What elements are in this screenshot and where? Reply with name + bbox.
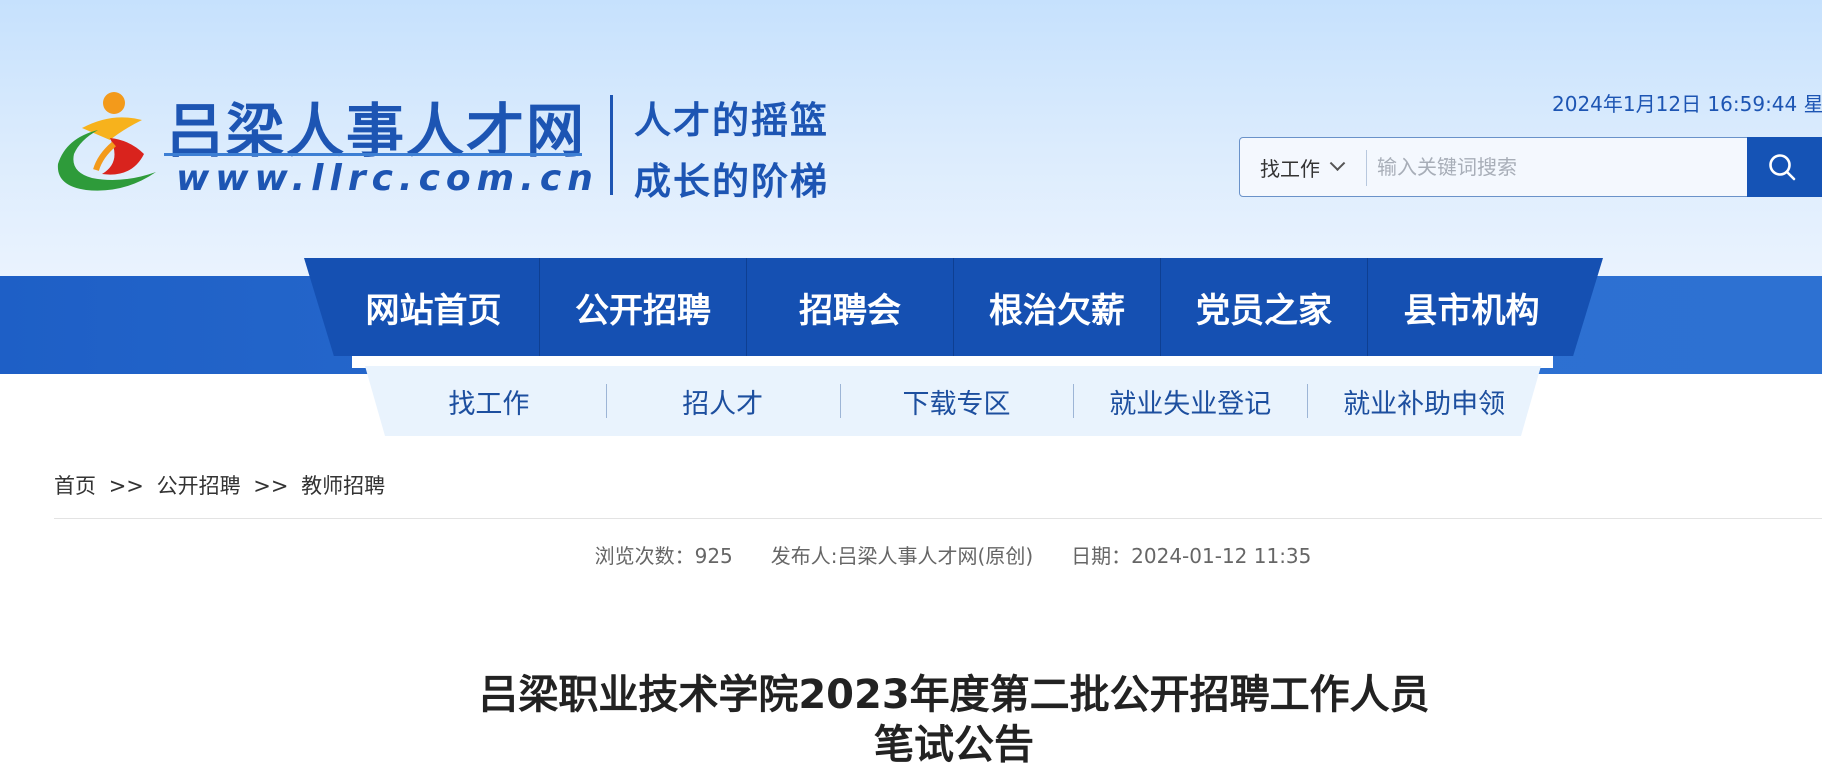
chevron-down-icon: [1329, 154, 1346, 171]
sub-nav-find-job[interactable]: 找工作: [372, 366, 606, 436]
search-type-label: 找工作: [1260, 156, 1320, 181]
publish-date-label: 日期：: [1071, 544, 1132, 568]
breadcrumb-separator: >>: [253, 474, 289, 498]
breadcrumb-home[interactable]: 首页: [54, 474, 96, 498]
breadcrumb-divider: [54, 518, 1822, 519]
current-datetime: 2024年1月12日 16:59:44 星期: [1552, 92, 1822, 116]
view-count-value: 925: [694, 544, 733, 568]
search-button[interactable]: [1747, 137, 1822, 197]
search-separator: [1366, 150, 1367, 186]
nav-item-county-agencies[interactable]: 县市机构: [1368, 258, 1575, 356]
slogan-line-1: 人才的摇篮: [634, 99, 829, 142]
nav-item-party-members[interactable]: 党员之家: [1161, 258, 1368, 356]
sub-nav-recruit-talent[interactable]: 招人才: [605, 366, 840, 436]
breadcrumb: 首页 >> 公开招聘 >> 教师招聘: [54, 470, 385, 500]
nav-item-job-fair[interactable]: 招聘会: [747, 258, 954, 356]
publish-date-value: 2024-01-12 11:35: [1131, 544, 1312, 568]
search-input[interactable]: [1377, 138, 1687, 196]
search-type-select[interactable]: 找工作: [1240, 138, 1366, 196]
search-bar: 找工作: [1239, 137, 1822, 197]
publisher-value: 吕梁人事人才网(原创): [837, 544, 1034, 568]
nav-item-home[interactable]: 网站首页: [328, 258, 540, 356]
search-icon: [1769, 154, 1796, 181]
brand-underline: [164, 153, 582, 156]
article-meta: 浏览次数：925 发布人:吕梁人事人才网(原创) 日期：2024-01-12 1…: [0, 540, 1822, 569]
main-nav: 网站首页 公开招聘 招聘会 根治欠薪 党员之家 县市机构: [304, 258, 1603, 356]
publish-date: 日期：2024-01-12 11:35: [1071, 540, 1311, 569]
breadcrumb-teacher-recruitment[interactable]: 教师招聘: [301, 474, 385, 498]
breadcrumb-separator: >>: [108, 474, 144, 498]
sub-nav-subsidy-application[interactable]: 就业补助申领: [1307, 366, 1541, 436]
site-url: www.llrc.com.cn: [176, 158, 599, 199]
slogan-line-2: 成长的阶梯: [634, 160, 829, 203]
sub-nav: 找工作 招人才 下载专区 就业失业登记 就业补助申领: [365, 366, 1541, 436]
publisher: 发布人:吕梁人事人才网(原创): [771, 540, 1033, 569]
brand-divider: [610, 95, 613, 195]
view-count: 浏览次数：925: [595, 540, 733, 569]
article-title: 吕梁职业技术学院2023年度第二批公开招聘工作人员笔试公告: [478, 672, 1430, 768]
view-count-label: 浏览次数：: [594, 544, 695, 568]
site-logo-icon[interactable]: [52, 90, 162, 195]
breadcrumb-public-recruitment[interactable]: 公开招聘: [157, 474, 241, 498]
nav-item-wage-arrears[interactable]: 根治欠薪: [954, 258, 1161, 356]
nav-item-public-recruitment[interactable]: 公开招聘: [540, 258, 747, 356]
publisher-label: 发布人:: [770, 544, 838, 568]
sub-nav-downloads[interactable]: 下载专区: [839, 366, 1074, 436]
sub-nav-employment-registration[interactable]: 就业失业登记: [1073, 366, 1307, 436]
